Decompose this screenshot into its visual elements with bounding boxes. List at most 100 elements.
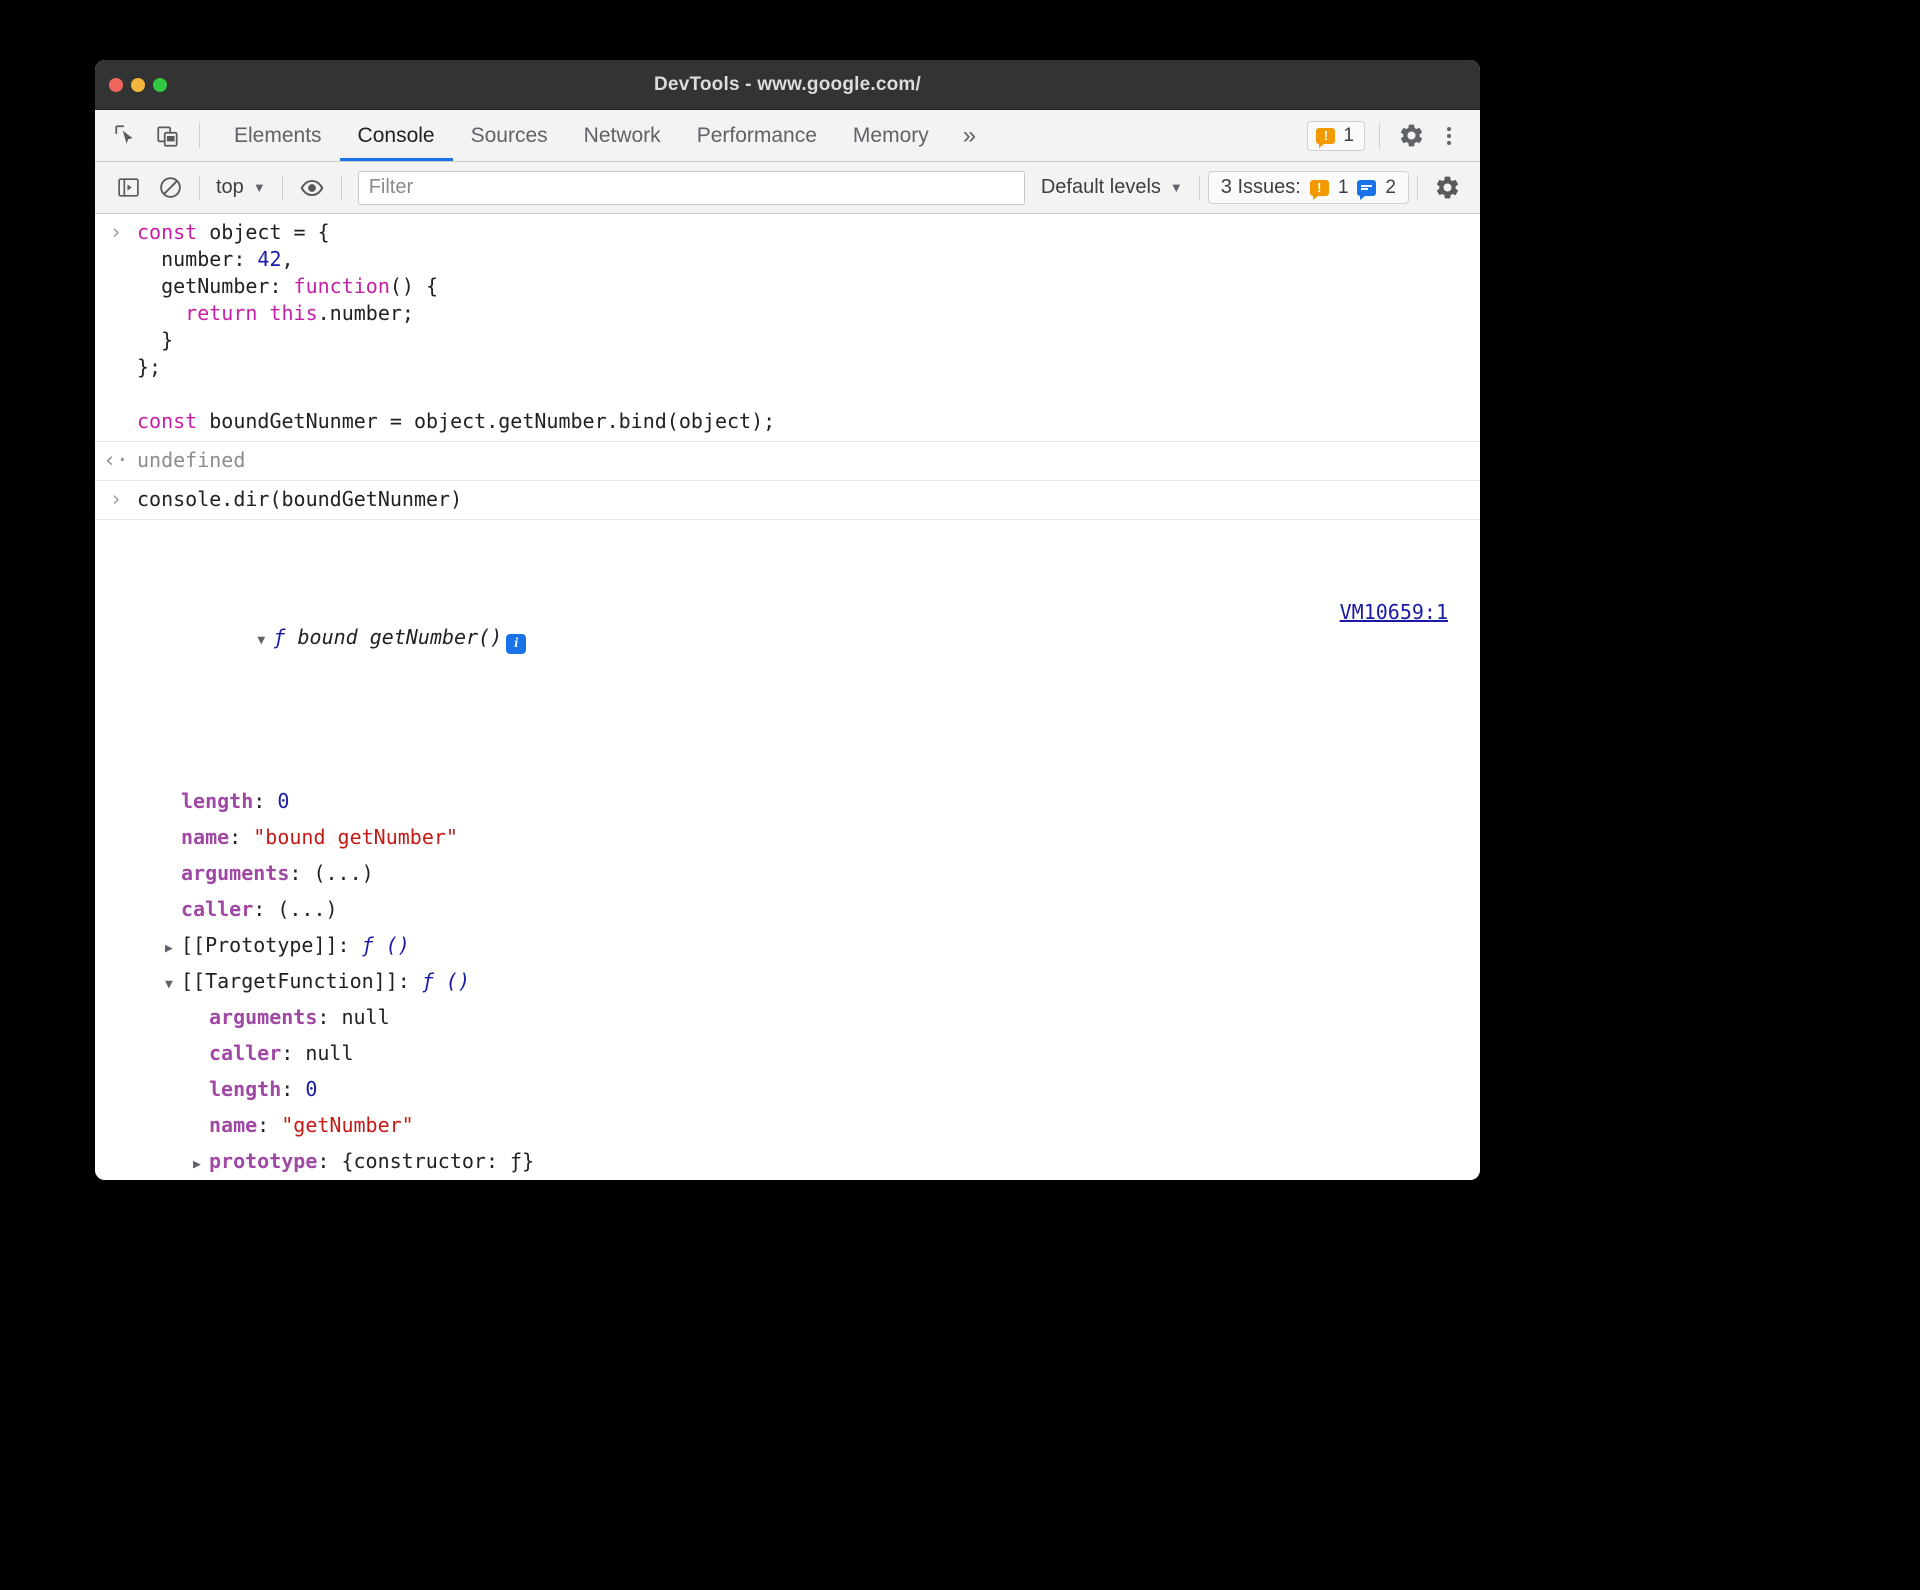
minimize-window-button[interactable] bbox=[131, 77, 145, 92]
maximize-window-button[interactable] bbox=[153, 77, 167, 92]
object-property-row: ▶caller: (...) bbox=[137, 893, 1466, 929]
console-input-message[interactable]: › const object = { number: 42, getNumber… bbox=[95, 214, 1480, 442]
object-property-row[interactable]: ▶ [[Prototype]]: ƒ () bbox=[137, 929, 1466, 965]
device-toolbar-icon[interactable] bbox=[147, 110, 189, 161]
panel-tabs: Elements Console Sources Network Perform… bbox=[216, 110, 992, 161]
expand-triangle-icon[interactable]: ▼ bbox=[165, 969, 181, 1001]
source-location-link[interactable]: VM10659:1 bbox=[1340, 596, 1448, 628]
property-value: "bound getNumber" bbox=[253, 825, 458, 849]
tree-indent-spacer: ▶ bbox=[193, 1077, 209, 1109]
toolbar-divider-5 bbox=[1417, 174, 1418, 201]
code-token: } bbox=[137, 328, 174, 352]
context-selector[interactable]: top ▼ bbox=[208, 176, 274, 199]
object-property-row[interactable]: ▶ prototype: {constructor: ƒ} bbox=[137, 1145, 1466, 1180]
expand-triangle-icon[interactable]: ▼ bbox=[257, 625, 273, 657]
tab-elements[interactable]: Elements bbox=[216, 110, 340, 161]
console-toolbar: top ▼ Default levels ▼ 3 Issues: ! 1 2 bbox=[95, 162, 1480, 214]
object-property-row: ▶arguments: null bbox=[137, 1001, 1466, 1037]
console-output[interactable]: › const object = { number: 42, getNumber… bbox=[95, 214, 1480, 1180]
context-selector-label: top bbox=[216, 176, 244, 198]
gear-icon[interactable] bbox=[1394, 122, 1428, 149]
object-tree-header[interactable]: ▼ ƒ bound getNumber() i VM10659:1 bbox=[137, 589, 1466, 721]
tree-indent-spacer: ▶ bbox=[193, 1041, 209, 1073]
code-line: const object = { bbox=[137, 219, 1466, 246]
console-input-message[interactable]: › console.dir(boundGetNunmer) bbox=[95, 481, 1480, 520]
filter-input[interactable] bbox=[357, 170, 1025, 205]
tab-network[interactable]: Network bbox=[566, 110, 679, 161]
tree-indent-spacer: ▶ bbox=[165, 789, 181, 821]
toolbar-divider-1 bbox=[199, 174, 200, 201]
object-property-row: ▶name: "bound getNumber" bbox=[137, 821, 1466, 857]
property-name: length bbox=[209, 1077, 282, 1101]
property-value: 0 bbox=[277, 789, 290, 813]
tab-memory-label: Memory bbox=[852, 123, 929, 147]
input-arrow-icon: › bbox=[109, 487, 123, 511]
code-token: function bbox=[293, 274, 390, 298]
code-token: return this bbox=[185, 301, 318, 325]
toolbar-divider-2 bbox=[281, 174, 283, 201]
console-input-text: console.dir(boundGetNunmer) bbox=[137, 487, 463, 511]
warning-icon: ! bbox=[1316, 127, 1336, 148]
object-tree-title-text: bound getNumber() bbox=[297, 625, 503, 649]
property-value: null bbox=[305, 1041, 354, 1065]
console-output-value: undefined bbox=[137, 448, 246, 472]
log-levels-selector[interactable]: Default levels ▼ bbox=[1033, 176, 1191, 199]
window-title: DevTools - www.google.com/ bbox=[654, 73, 921, 95]
property-value: "getNumber" bbox=[281, 1113, 414, 1137]
console-dir-result: ▼ƒ bound getNumber()i VM10659:1 ▶length:… bbox=[95, 520, 1480, 1180]
code-line: return this.number; bbox=[137, 300, 1466, 327]
expand-triangle-icon[interactable]: ▶ bbox=[193, 1149, 209, 1180]
code-token: boundGetNunmer = object.getNumber.bind(o… bbox=[209, 409, 776, 433]
issues-warning-icon: ! bbox=[1309, 179, 1329, 200]
tabbar-right-divider bbox=[1379, 122, 1380, 149]
clear-console-icon[interactable] bbox=[149, 175, 191, 200]
issues-info-icon bbox=[1357, 179, 1377, 200]
expand-triangle-icon[interactable]: ▶ bbox=[165, 933, 181, 965]
tab-memory[interactable]: Memory bbox=[835, 110, 947, 161]
issues-warning-count: 1 bbox=[1337, 176, 1349, 198]
property-name: caller bbox=[209, 1041, 282, 1065]
object-property-row: ▶arguments: (...) bbox=[137, 857, 1466, 893]
live-expression-eye-icon[interactable] bbox=[291, 175, 333, 201]
issues-pill[interactable]: 3 Issues: ! 1 2 bbox=[1207, 171, 1409, 204]
tab-sources-label: Sources bbox=[470, 123, 548, 147]
code-token: }; bbox=[137, 355, 162, 379]
property-separator: : bbox=[253, 897, 278, 921]
console-output-message: ‹· undefined bbox=[95, 442, 1480, 481]
tabbar-right-controls: ! 1 bbox=[1307, 110, 1480, 161]
info-icon[interactable]: i bbox=[506, 634, 527, 654]
property-separator: : bbox=[317, 1005, 342, 1029]
inspect-cursor-icon[interactable] bbox=[105, 110, 147, 161]
tab-elements-label: Elements bbox=[234, 123, 322, 147]
kebab-menu-icon[interactable] bbox=[1432, 124, 1466, 148]
tree-indent-spacer: ▶ bbox=[165, 897, 181, 929]
property-value: null bbox=[341, 1005, 390, 1029]
object-property-row[interactable]: ▼ [[TargetFunction]]: ƒ () bbox=[137, 965, 1466, 1001]
console-sidebar-icon[interactable] bbox=[107, 175, 149, 200]
code-line: getNumber: function() { bbox=[137, 273, 1466, 300]
more-tabs-icon[interactable]: » bbox=[947, 110, 992, 161]
tab-console[interactable]: Console bbox=[339, 110, 453, 161]
code-token: const bbox=[137, 220, 210, 244]
code-line: }; bbox=[137, 354, 1466, 381]
property-value: {constructor: ƒ} bbox=[341, 1149, 535, 1173]
tab-console-label: Console bbox=[357, 123, 435, 147]
property-separator: : bbox=[397, 969, 422, 993]
property-name: prototype bbox=[209, 1149, 318, 1173]
console-input-code: const object = { number: 42, getNumber: … bbox=[137, 219, 1480, 435]
property-separator: : bbox=[337, 933, 362, 957]
tab-performance[interactable]: Performance bbox=[679, 110, 835, 161]
input-arrow-icon: › bbox=[109, 220, 123, 244]
object-property-row: ▶name: "getNumber" bbox=[137, 1109, 1466, 1145]
code-token: , bbox=[281, 247, 294, 271]
tabbar-divider bbox=[199, 123, 200, 148]
console-settings-gear-icon[interactable] bbox=[1426, 174, 1468, 201]
close-window-button[interactable] bbox=[109, 77, 123, 92]
warning-count-pill[interactable]: ! 1 bbox=[1307, 120, 1365, 151]
code-token: () { bbox=[389, 274, 439, 298]
code-line: number: 42, bbox=[137, 246, 1466, 273]
tab-sources[interactable]: Sources bbox=[453, 110, 566, 161]
toolbar-divider-3 bbox=[340, 174, 342, 201]
output-arrow-icon: ‹· bbox=[103, 448, 129, 472]
